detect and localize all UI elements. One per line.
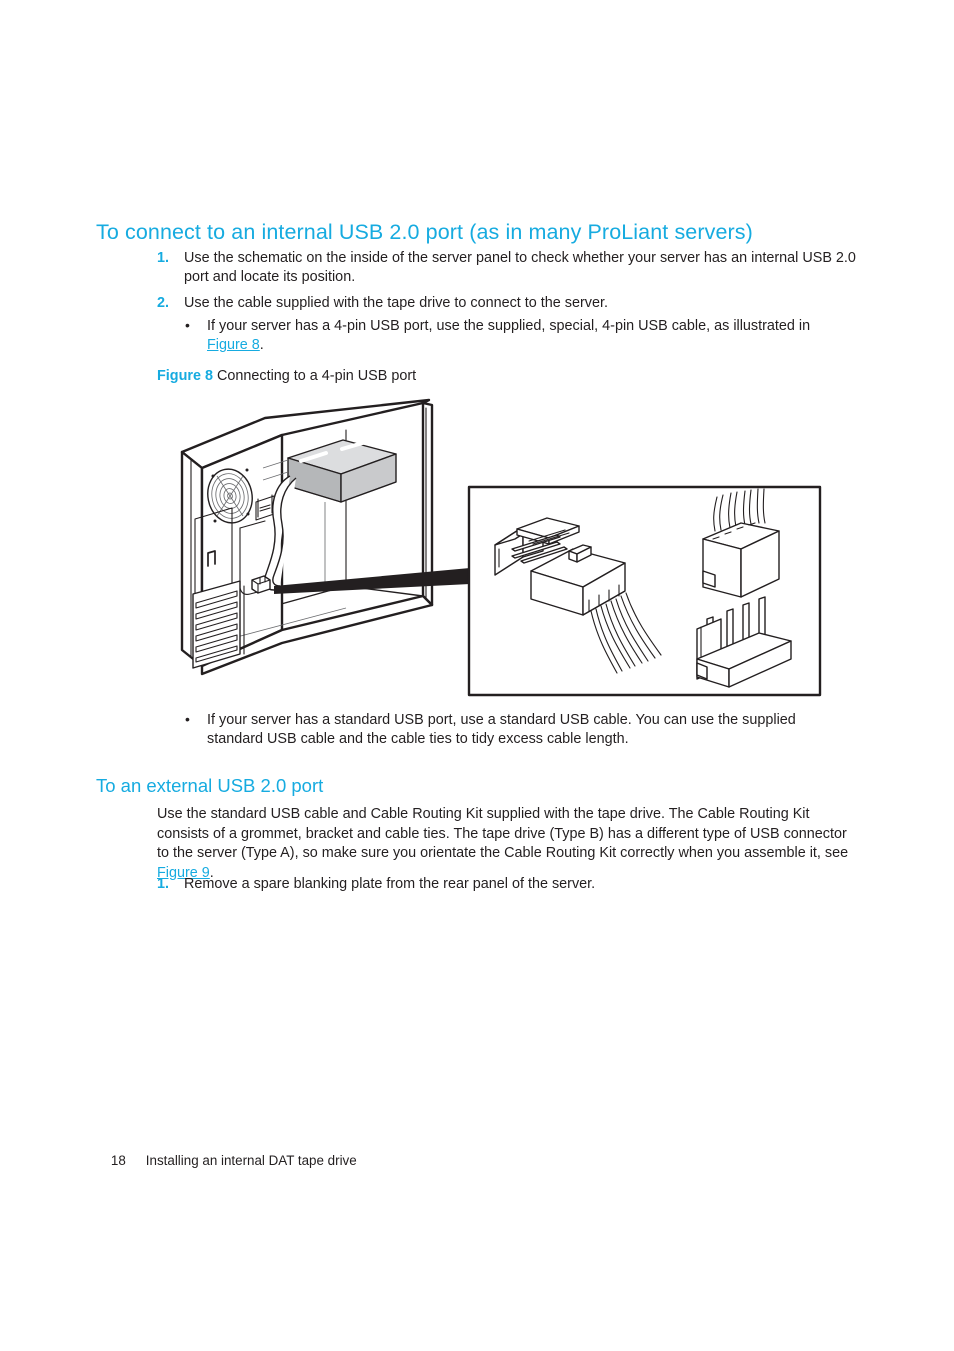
list-item-text: If your server has a standard USB port, … xyxy=(207,712,796,748)
server-tower-chassis xyxy=(180,398,434,676)
figure-8-cross-reference-link[interactable]: Figure 8 xyxy=(207,337,260,353)
list-marker: 2. xyxy=(157,294,170,311)
external-usb-paragraph: Use the standard USB cable and Cable Rou… xyxy=(157,805,857,883)
figure-caption: Figure 8 Connecting to a 4-pin USB port xyxy=(157,367,416,386)
list-item: • If your server has a standard USB port… xyxy=(183,711,843,750)
list-marker: 1. xyxy=(157,250,170,266)
footer-page-number: 18 xyxy=(110,1153,126,1168)
bullet-marker: • xyxy=(185,711,190,727)
paragraph-part-1: Use the standard USB cable and Cable Rou… xyxy=(157,806,849,862)
section-heading-external-usb: To an external USB 2.0 port xyxy=(96,775,324,797)
front-bezel-vents xyxy=(192,580,241,669)
list-item-text: Use the schematic on the inside of the s… xyxy=(184,250,856,286)
figure-illustration: .ln { fill:none; stroke:#231f20; stroke-… xyxy=(170,398,840,708)
list-item: • If your server has a 4-pin USB port, u… xyxy=(183,317,843,356)
figure-caption-text: Connecting to a 4-pin USB port xyxy=(216,368,417,384)
list-marker: 1. xyxy=(157,876,170,892)
bullet-text-part-2: . xyxy=(259,337,264,354)
figure-number: Figure 8 xyxy=(157,368,213,384)
list-item: 1. Use the schematic on the inside of th… xyxy=(157,249,857,288)
footer-chapter-title: Installing an internal DAT tape drive xyxy=(145,1153,357,1168)
internal-usb-step-list: 1. Use the schematic on the inside of th… xyxy=(157,249,857,317)
bullet-list-after-figure: • If your server has a standard USB port… xyxy=(183,711,843,750)
list-item-text: Remove a spare blanking plate from the r… xyxy=(184,876,596,892)
bullet-text-part-1: If your server has a 4-pin USB port, use… xyxy=(207,318,811,334)
list-item: 1. Remove a spare blanking plate from th… xyxy=(157,875,857,894)
bullet-list-before-figure: • If your server has a 4-pin USB port, u… xyxy=(183,317,843,356)
page-footer: 18 Installing an internal DAT tape drive xyxy=(96,1138,357,1183)
external-usb-step-list: 1. Remove a spare blanking plate from th… xyxy=(157,875,857,898)
internal-usb-port-connector xyxy=(251,575,271,594)
list-item-text: Use the cable supplied with the tape dri… xyxy=(184,294,608,311)
list-item: 2. Use the cable supplied with the tape … xyxy=(157,294,857,313)
page-title-internal-usb: To connect to an internal USB 2.0 port (… xyxy=(96,220,753,245)
bullet-marker: • xyxy=(185,317,190,333)
document-page: To connect to an internal USB 2.0 port (… xyxy=(0,0,954,1351)
list-item-text: If your server has a 4-pin USB port, use… xyxy=(207,318,810,353)
